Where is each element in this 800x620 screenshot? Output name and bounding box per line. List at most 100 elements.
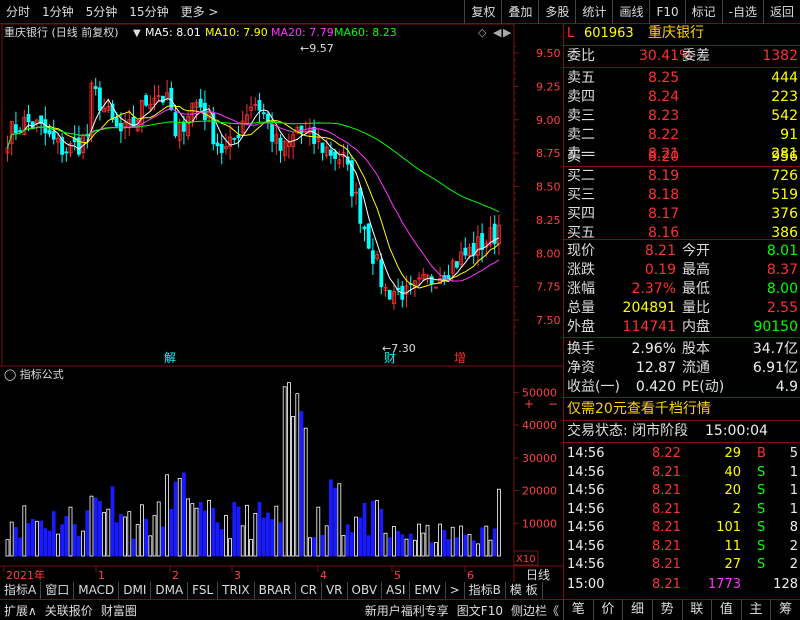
divider — [564, 45, 800, 46]
volume-bar — [194, 507, 199, 557]
tick-time: 15:00 — [567, 577, 605, 592]
volume-bar — [181, 472, 186, 557]
related-quotes-button[interactable]: 关联报价 — [41, 602, 97, 619]
sidebar-toggle[interactable]: 侧边栏《 — [507, 602, 563, 619]
tool-3[interactable]: 统计 — [575, 0, 612, 24]
stat-value: 12.87 — [635, 360, 676, 376]
ma-settings-icon[interactable]: ▼ — [133, 28, 141, 39]
bid-price: 8.20 — [648, 149, 680, 165]
candle-body — [219, 143, 224, 153]
volume-bar — [370, 500, 375, 557]
period-label[interactable]: 日线 — [526, 568, 550, 582]
volume-bar — [375, 500, 380, 557]
stat2-row: 净资 12.87 流通 6.91亿 — [564, 359, 800, 378]
tool-0[interactable]: 复权 — [464, 0, 501, 24]
right-tab-1[interactable]: 价 — [592, 599, 623, 620]
period-tab-2[interactable]: 5分钟 — [80, 0, 124, 24]
period-tab-4[interactable]: 更多 > — [175, 0, 225, 24]
tick-time: 14:56 — [567, 446, 605, 461]
indicator-tab-0[interactable]: 指标A — [0, 582, 42, 599]
stat-label: 股本 — [682, 341, 710, 357]
zoom-in-icon[interactable]: + — [524, 397, 534, 411]
expand-button[interactable]: 扩展∧ — [0, 602, 41, 619]
period-tab-1[interactable]: 1分钟 — [36, 0, 80, 24]
event-marker[interactable]: 解 — [164, 351, 176, 365]
bid-row: 买二 8.19 726 — [564, 167, 800, 186]
stock-code: 601963 — [584, 26, 634, 41]
indicator-tab-13[interactable]: > — [446, 582, 465, 599]
tick-direction: S — [757, 501, 766, 517]
volume-bar — [328, 479, 333, 557]
event-marker[interactable]: 增 — [454, 351, 466, 365]
weicha-value: 1382 — [762, 48, 798, 64]
indicator-tab-6[interactable]: TRIX — [218, 582, 255, 599]
indicator-tab-4[interactable]: DMA — [151, 582, 189, 599]
indicator-tab-10[interactable]: OBV — [348, 582, 383, 599]
period-tab-0[interactable]: 分时 — [0, 0, 36, 24]
promo-row[interactable]: 仅需20元查看千档行情 — [564, 400, 800, 419]
indicator-tab-3[interactable]: DMI — [119, 582, 152, 599]
volume-bar — [492, 528, 497, 557]
indicator-tab-11[interactable]: ASI — [382, 582, 411, 599]
stat-label: 收益(一) — [567, 379, 620, 395]
period-tab-3[interactable]: 15分钟 — [123, 0, 174, 24]
indicator-tab-12[interactable]: EMV — [410, 582, 446, 599]
right-tab-6[interactable]: 主 — [740, 599, 771, 620]
tick-volume: 1773 — [707, 577, 741, 592]
stat-label: 净资 — [567, 360, 595, 376]
volume-bar — [480, 527, 485, 557]
zoom-out-icon[interactable]: − — [548, 397, 558, 411]
stat-row: 现价 8.21 今开 8.01 — [564, 242, 800, 261]
volume-bar — [43, 528, 48, 557]
volume-bar — [438, 523, 443, 557]
restore-icon[interactable]: ◀ — [493, 26, 502, 39]
right-tab-5[interactable]: 值 — [711, 599, 741, 620]
tool-4[interactable]: 画线 — [612, 0, 649, 24]
chart-title: 重庆银行 (日线 前复权) — [4, 25, 119, 39]
right-tab-4[interactable]: 联 — [681, 599, 712, 620]
ask-price: 8.23 — [648, 108, 680, 124]
indicator-tab-14[interactable]: 指标B — [465, 582, 506, 599]
status-row: 交易状态: 闭市阶段 15:00:04 — [564, 422, 800, 441]
wealth-circle-button[interactable]: 财富圈 — [97, 602, 141, 619]
tool-2[interactable]: 多股 — [538, 0, 575, 24]
bid-price: 8.19 — [648, 168, 680, 184]
f10-button[interactable]: 图文F10 — [453, 602, 507, 619]
bid-volume: 519 — [771, 187, 798, 203]
stock-header: L 601963 重庆银行 — [564, 24, 800, 43]
indicator-tab-1[interactable]: 窗口 — [41, 582, 75, 599]
event-marker[interactable]: 财 — [384, 351, 396, 365]
indicator-tab-2[interactable]: MACD — [74, 582, 120, 599]
candle-body — [328, 149, 333, 156]
indicator-tab-9[interactable]: VR — [322, 582, 348, 599]
stat-value: 6.91亿 — [752, 360, 798, 376]
right-tab-7[interactable]: 筹 — [770, 599, 800, 620]
tool-8[interactable]: 返回 — [762, 0, 800, 24]
high-label: ←9.57 — [300, 42, 334, 55]
right-tab-0[interactable]: 笔 — [563, 599, 593, 620]
right-tab-2[interactable]: 细 — [622, 599, 652, 620]
tool-6[interactable]: 标记 — [684, 0, 722, 24]
ask-volume: 444 — [771, 70, 798, 86]
indicator-tab-5[interactable]: FSL — [188, 582, 219, 599]
candle-body — [173, 112, 178, 137]
tick-count: 5 — [789, 446, 798, 461]
stat-label: 外盘 — [567, 319, 595, 335]
tool-5[interactable]: F10 — [649, 0, 684, 24]
price-tick-label: 8.75 — [536, 147, 561, 160]
tool-1[interactable]: 叠加 — [501, 0, 538, 24]
new-user-promo[interactable]: 新用户福利专享 — [361, 602, 453, 619]
volume-bar — [299, 411, 304, 557]
tick-count: 1 — [789, 501, 798, 517]
price-tick-label: 8.25 — [536, 214, 561, 227]
indicator-tab-7[interactable]: BRAR — [255, 582, 297, 599]
indicator-tab-15[interactable]: 模 板 — [506, 582, 543, 599]
volume-bar — [77, 535, 81, 557]
tool-7[interactable]: -自选 — [721, 0, 763, 24]
right-tab-3[interactable]: 势 — [651, 599, 682, 620]
expand-icon[interactable]: ◇ — [478, 26, 487, 39]
indicator-tab-8[interactable]: CR — [296, 582, 322, 599]
volume-bar — [379, 508, 384, 557]
next-icon[interactable]: ▶ — [503, 26, 512, 39]
bid-label: 买五 — [567, 225, 595, 241]
